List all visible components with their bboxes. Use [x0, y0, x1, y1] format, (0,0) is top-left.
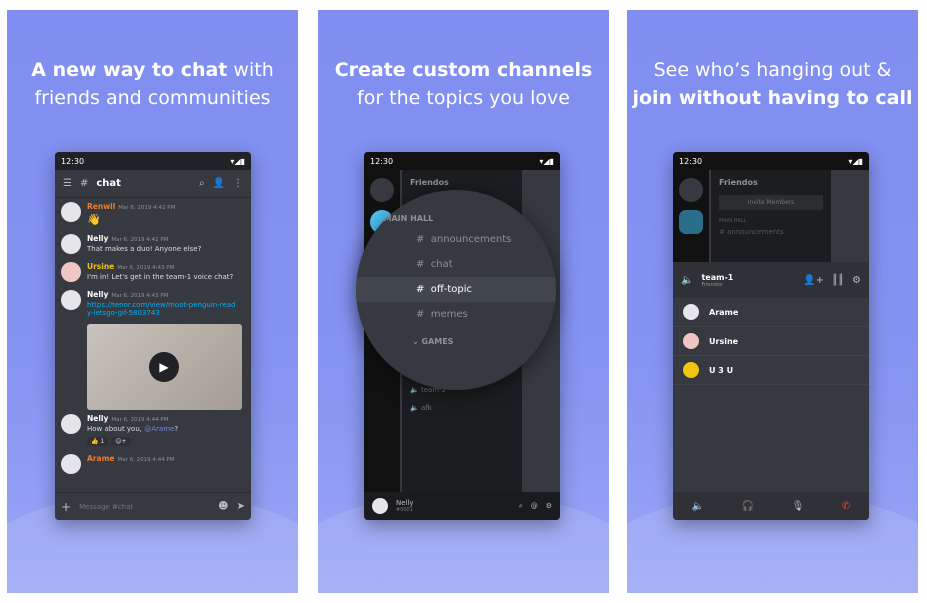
- plus-icon[interactable]: +: [61, 500, 71, 514]
- avatar: [683, 333, 699, 349]
- status-time: 12:30: [61, 156, 85, 166]
- dm-icon[interactable]: [370, 178, 394, 202]
- avatar: [683, 304, 699, 320]
- emoji-icon[interactable]: ☻: [218, 501, 228, 512]
- signal-icon: ▾◢▮: [230, 156, 245, 166]
- play-icon[interactable]: ▶: [149, 352, 179, 382]
- caption: See who’s hanging out & join without havi…: [632, 59, 913, 109]
- invite-members-button[interactable]: Invite Members: [719, 195, 823, 210]
- caption: A new way to chat with friends and commun…: [31, 59, 274, 109]
- message-list: Renwil Mar 6, 2019 4:42 PM 👋 Nelly Mar 6, 2…: [55, 198, 251, 478]
- microphone-icon[interactable]: 🎙: [792, 501, 805, 512]
- panel-voice: See who’s hanging out & join without havi…: [627, 10, 918, 593]
- panel-chat: A new way to chat with friends and commun…: [7, 10, 298, 593]
- add-user-icon[interactable]: 👤+: [803, 275, 824, 286]
- more-icon[interactable]: ⋮: [233, 178, 243, 189]
- mention-icon[interactable]: @: [531, 502, 538, 510]
- gif-link[interactable]: https://tenor.com/view/moot-penguin-read…: [87, 301, 237, 317]
- avatar: [61, 262, 81, 282]
- speaker-icon[interactable]: 🔈: [692, 501, 704, 512]
- gear-icon[interactable]: ⚙: [852, 275, 861, 286]
- message: Nelly Mar 6, 2019 4:42 PM That makes a duo…: [55, 230, 251, 258]
- member-row[interactable]: Ursine: [673, 327, 869, 356]
- channel-title: chat: [96, 178, 121, 189]
- soundboard-icon[interactable]: ║║: [832, 275, 844, 286]
- menu-icon[interactable]: ☰: [63, 178, 72, 189]
- avatar: [61, 414, 81, 434]
- members-icon[interactable]: 👤: [213, 178, 225, 189]
- avatar: [61, 202, 81, 222]
- phone-channels: 12:30▾◢▮ + Friendos # lets-play 🔈 team-1…: [356, 152, 560, 520]
- hash-icon: #: [79, 178, 89, 189]
- gear-icon[interactable]: ⚙: [546, 502, 552, 510]
- phone-chat: 12:30 ▾◢▮ ☰ # chat ⌕ 👤 ⋮ Renwil Mar 6, 201…: [55, 152, 251, 520]
- voice-sheet: 🔈 team-1 Friendos 👤+ ║║ ⚙ Arame Ursine U …: [673, 262, 869, 520]
- message-input[interactable]: Message #chat: [79, 503, 210, 511]
- gif-preview[interactable]: ▶: [87, 324, 242, 410]
- speaker-icon: 🔈: [681, 274, 694, 286]
- search-icon[interactable]: ⌕: [519, 502, 523, 511]
- message: Ursine Mar 6, 2019 4:43 PM I'm in! Let's g…: [55, 258, 251, 286]
- channel-memes[interactable]: # memes: [356, 302, 556, 327]
- add-reaction-icon[interactable]: ☺+: [111, 437, 131, 446]
- message: Arame Mar 6, 2019 4:44 PM: [55, 450, 251, 478]
- channel-magnifier: ⌄ MAIN HALL # announcements # chat # off…: [356, 190, 556, 390]
- signal-icon: ▾◢▮: [848, 156, 863, 166]
- channel-off-topic[interactable]: # off-topic: [356, 277, 556, 302]
- member-row[interactable]: U 3 U: [673, 356, 869, 385]
- mention[interactable]: @Arame: [144, 425, 174, 433]
- avatar: [61, 454, 81, 474]
- voice-channel[interactable]: 🔈 afk: [402, 399, 522, 417]
- avatar: [683, 362, 699, 378]
- search-icon[interactable]: ⌕: [199, 178, 205, 189]
- member-row[interactable]: Arame: [673, 298, 869, 327]
- dm-icon[interactable]: [679, 178, 703, 202]
- phone-voice: 12:30 ▾◢▮ Friendos Invite Members MAIN HA…: [673, 152, 869, 520]
- message: Renwil Mar 6, 2019 4:42 PM 👋: [55, 198, 251, 230]
- avatar: [372, 498, 388, 514]
- channel-announcements[interactable]: # announcements: [356, 227, 556, 252]
- server-icon[interactable]: [679, 210, 703, 234]
- category-games[interactable]: ⌄ GAMES: [356, 327, 556, 350]
- headphones-icon[interactable]: 🎧: [742, 501, 754, 512]
- message: Nelly Mar 6, 2019 4:43 PM https://tenor.co…: [55, 286, 251, 321]
- avatar: [61, 290, 81, 310]
- signal-icon: ▾◢▮: [539, 156, 554, 166]
- caption: Create custom channels for the topics you…: [334, 59, 593, 109]
- reaction-thumbs-up[interactable]: 👍 1: [87, 437, 109, 446]
- avatar: [61, 234, 81, 254]
- disconnect-icon[interactable]: ✆: [842, 501, 850, 512]
- send-icon[interactable]: ➤: [237, 501, 245, 512]
- channel-chat[interactable]: # chat: [356, 252, 556, 277]
- message: Nelly Mar 6, 2019 4:44 PM How about you, @…: [55, 410, 251, 450]
- panel-channels: Create custom channels for the topics you…: [318, 10, 609, 593]
